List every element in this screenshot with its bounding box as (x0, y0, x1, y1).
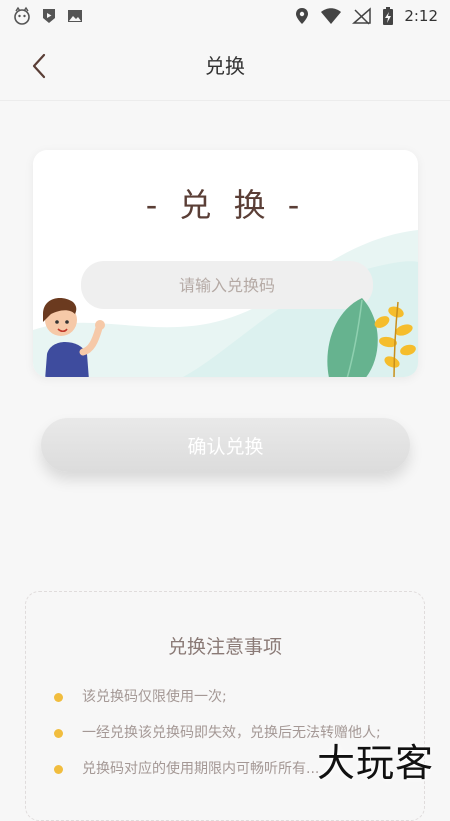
card-title: - 兑 换 - (145, 186, 306, 224)
play-icon (43, 9, 55, 23)
bullet-dot-icon (54, 729, 63, 738)
notice-item-text: 兑换码对应的使用期限内可畅听所有... (82, 761, 320, 777)
image-icon (68, 10, 82, 22)
bullet-dot-icon (54, 693, 63, 702)
plant-illustration (327, 298, 416, 377)
watermark: 大玩客 (316, 741, 434, 785)
battery-charging-icon (383, 7, 394, 25)
app-icon (14, 6, 30, 25)
status-left-icons (12, 6, 84, 26)
bullet-dot-icon (54, 765, 63, 774)
notice-item-text: 该兑换码仅限使用一次; (82, 689, 227, 705)
notice-title: 兑换注意事项 (167, 636, 282, 658)
status-time: 2:12 (404, 7, 438, 25)
no-signal-icon (352, 7, 372, 25)
location-icon (296, 8, 309, 24)
nav-bar: 兑换 (0, 32, 450, 101)
status-bar: 2:12 (0, 0, 450, 32)
confirm-redeem-button[interactable]: 确认兑换 (41, 418, 410, 472)
boy-illustration (43, 298, 105, 377)
notice-item: 该兑换码仅限使用一次; (54, 688, 381, 724)
status-right-icons: 2:12 (294, 6, 438, 26)
page-title: 兑换 (205, 54, 245, 78)
wifi-icon (321, 8, 342, 24)
redeem-card: - 兑 换 - (33, 150, 418, 377)
